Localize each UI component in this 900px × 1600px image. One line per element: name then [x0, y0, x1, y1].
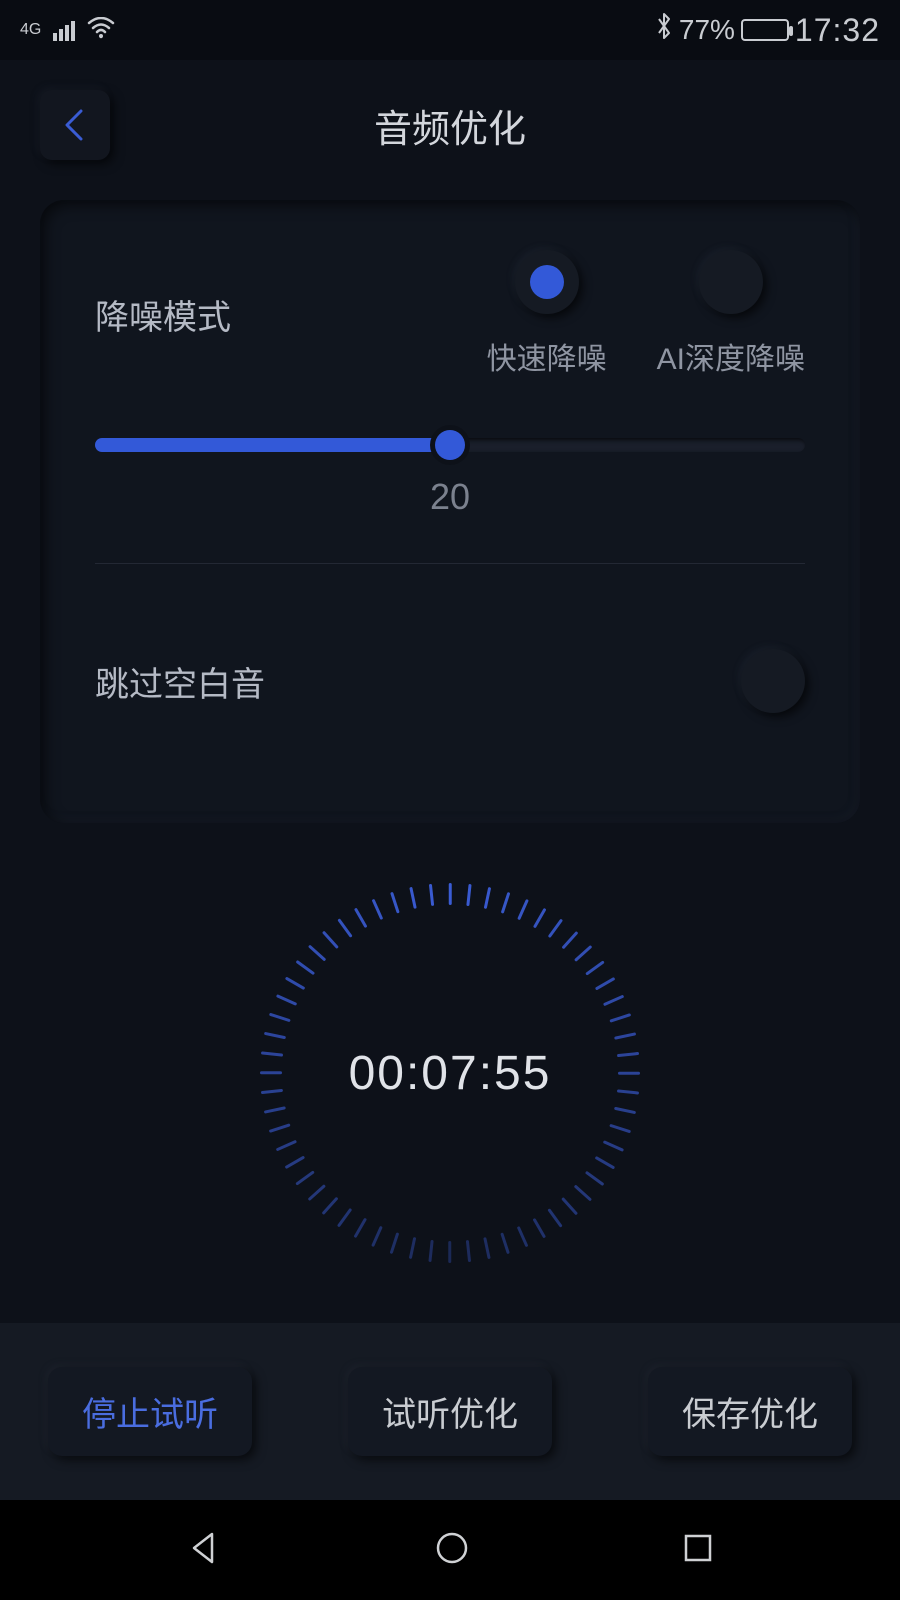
- noise-mode-label: 降噪模式: [95, 290, 231, 339]
- chevron-left-icon: [61, 107, 89, 143]
- noise-mode-row: 降噪模式 快速降噪 AI深度降噪: [95, 250, 805, 378]
- battery-percent: 77%: [679, 14, 735, 46]
- page-title: 音频优化: [110, 98, 790, 153]
- wifi-icon: [87, 17, 115, 44]
- radio-fast-noise[interactable]: 快速降噪: [487, 250, 607, 378]
- system-nav: [0, 1500, 900, 1600]
- network-badge: 4G: [20, 23, 41, 37]
- divider: [95, 563, 805, 564]
- back-button[interactable]: [40, 90, 110, 160]
- slider-track: [95, 438, 805, 452]
- timer-dial: 00:07:55: [260, 883, 640, 1263]
- save-optimize-button[interactable]: 保存优化: [648, 1367, 852, 1456]
- status-bar: 4G 77% 17:32: [0, 0, 900, 60]
- slider-fill: [95, 438, 450, 452]
- slider-thumb[interactable]: [435, 430, 465, 460]
- status-left: 4G: [20, 17, 115, 44]
- timer-display: 00:07:55: [349, 1046, 552, 1101]
- skip-silence-label: 跳过空白音: [95, 657, 265, 706]
- radio-ai-noise[interactable]: AI深度降噪: [657, 250, 805, 378]
- status-right: 77% 17:32: [655, 12, 880, 49]
- nav-back-button[interactable]: [184, 1528, 224, 1573]
- radio-circle: [699, 250, 763, 314]
- radio-circle: [515, 250, 579, 314]
- stop-preview-button[interactable]: 停止试听: [48, 1367, 252, 1456]
- timer-area: 00:07:55: [0, 883, 900, 1263]
- action-bar: 停止试听 试听优化 保存优化: [0, 1323, 900, 1500]
- radio-ai-label: AI深度降噪: [657, 334, 805, 378]
- nav-home-button[interactable]: [432, 1528, 472, 1573]
- radio-fast-label: 快速降噪: [487, 334, 607, 378]
- bluetooth-icon: [655, 12, 673, 48]
- battery-icon: [741, 19, 789, 41]
- noise-mode-group: 快速降噪 AI深度降噪: [487, 250, 805, 378]
- header: 音频优化: [0, 60, 900, 200]
- skip-silence-toggle[interactable]: [741, 649, 805, 713]
- network-label: 4G: [20, 21, 41, 38]
- settings-card: 降噪模式 快速降噪 AI深度降噪 20 跳过空白音: [40, 200, 860, 823]
- nav-recent-button[interactable]: [680, 1530, 716, 1571]
- preview-optimize-button[interactable]: 试听优化: [348, 1367, 552, 1456]
- noise-slider[interactable]: 20: [95, 438, 805, 518]
- skip-silence-row: 跳过空白音: [95, 609, 805, 753]
- clock: 17:32: [795, 12, 880, 49]
- slider-value: 20: [95, 476, 805, 518]
- signal-icon: [53, 19, 75, 41]
